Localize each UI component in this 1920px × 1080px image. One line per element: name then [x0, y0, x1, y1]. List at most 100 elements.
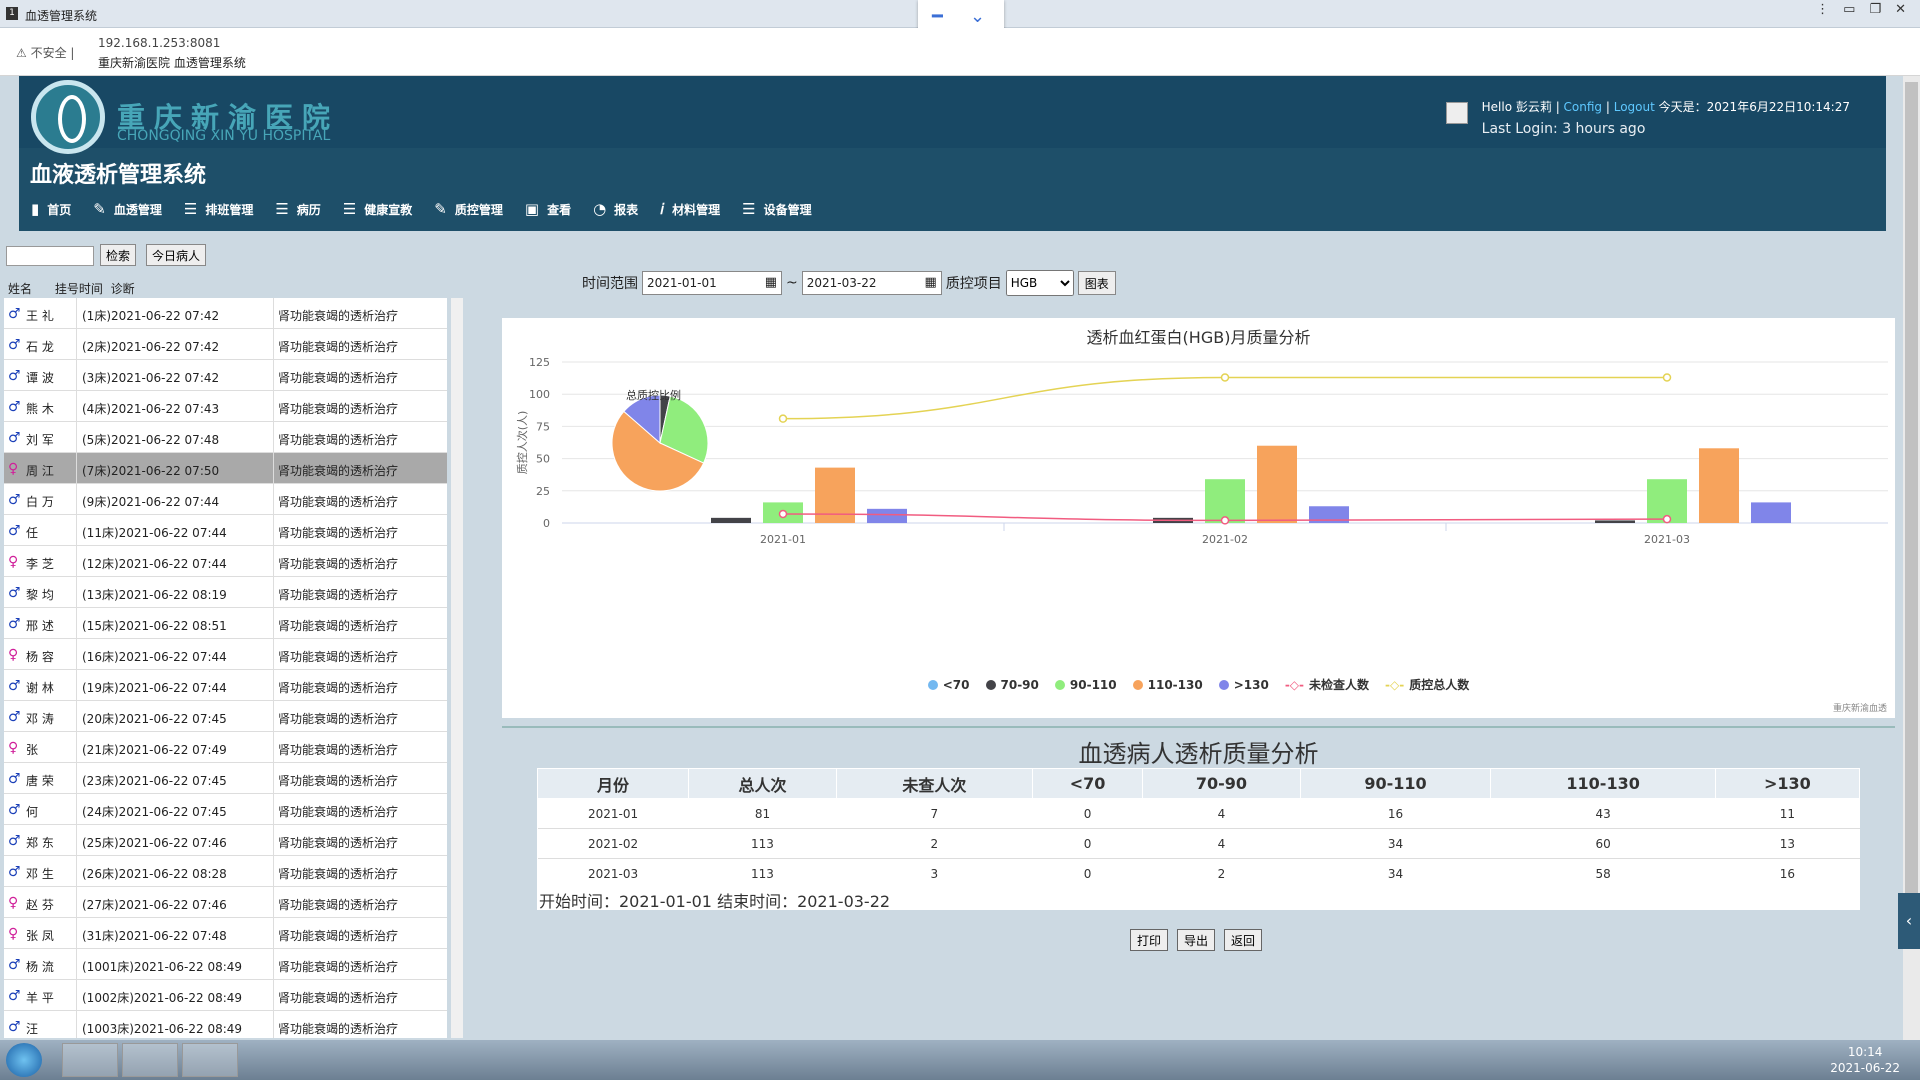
patient-row[interactable]: ♂ 白 万 (9床)2021-06-22 07:44 肾功能衰竭的透析治疗	[4, 484, 447, 515]
patient-row[interactable]: ♂ 唐 荣 (23床)2021-06-22 07:45 肾功能衰竭的透析治疗	[4, 763, 447, 794]
patient-row[interactable]: ♂ 熊 木 (4床)2021-06-22 07:43 肾功能衰竭的透析治疗	[4, 391, 447, 422]
legend-item[interactable]: <70	[927, 676, 970, 693]
table-row: 2021-02 113 2 0 4 34 60 13	[537, 828, 1860, 859]
legend-item[interactable]: -◇- 质控总人数	[1385, 676, 1469, 693]
patient-row[interactable]: ♂ 谭 波 (3床)2021-06-22 07:42 肾功能衰竭的透析治疗	[4, 360, 447, 391]
restore-icon[interactable]: ❐	[1869, 2, 1881, 17]
patient-row[interactable]: ♂ 何 (24床)2021-06-22 07:45 肾功能衰竭的透析治疗	[4, 794, 447, 825]
patient-row[interactable]: ♂ 石 龙 (2床)2021-06-22 07:42 肾功能衰竭的透析治疗	[4, 329, 447, 360]
patient-name: 谭 波	[26, 371, 54, 385]
patient-row[interactable]: ♂ 邓 涛 (20床)2021-06-22 07:45 肾功能衰竭的透析治疗	[4, 701, 447, 732]
patient-bed-time: (24床)2021-06-22 07:45	[82, 805, 227, 819]
patient-row[interactable]: ♀ 赵 芬 (27床)2021-06-22 07:46 肾功能衰竭的透析治疗	[4, 887, 447, 918]
patient-row[interactable]: ♂ 黎 均 (13床)2021-06-22 08:19 肾功能衰竭的透析治疗	[4, 577, 447, 608]
legend-label: 70-90	[1000, 677, 1039, 692]
logout-link[interactable]: Logout	[1614, 100, 1655, 114]
table-header-cell: 70-90	[1142, 768, 1301, 799]
search-input[interactable]	[6, 246, 94, 266]
print-button[interactable]: 打印	[1130, 929, 1169, 951]
patient-row[interactable]: ♀ 张 (21床)2021-06-22 07:49 肾功能衰竭的透析治疗	[4, 732, 447, 763]
system-title: 血液透析管理系统	[30, 163, 207, 188]
hospital-logo	[31, 80, 105, 154]
patient-row[interactable]: ♂ 郑 东 (25床)2021-06-22 07:46 肾功能衰竭的透析治疗	[4, 825, 447, 856]
close-icon[interactable]: ✕	[1895, 2, 1906, 17]
female-icon: ♀	[8, 740, 19, 756]
patient-row[interactable]: ♂ 谢 林 (19床)2021-06-22 07:44 肾功能衰竭的透析治疗	[4, 670, 447, 701]
security-warning[interactable]: ⚠ 不安全 |	[16, 44, 74, 61]
chart-button[interactable]: 图表	[1077, 271, 1116, 295]
patient-row[interactable]: ♀ 周 江 (7床)2021-06-22 07:50 肾功能衰竭的透析治疗	[4, 453, 447, 484]
patient-row[interactable]: ♂ 羊 平 (1002床)2021-06-22 08:49 肾功能衰竭的透析治疗	[4, 980, 447, 1011]
patient-row[interactable]: ♂ 汪 (1003床)2021-06-22 08:49 肾功能衰竭的透析治疗	[4, 1011, 447, 1038]
nav-home[interactable]: ▮ 首页	[31, 200, 71, 218]
url-text[interactable]: 192.168.1.253:8081	[98, 36, 220, 50]
nav-view[interactable]: ▣ 查看	[525, 200, 571, 218]
legend-label: 质控总人数	[1409, 678, 1470, 692]
list-icon: ☰	[342, 200, 357, 218]
watermark: 重庆新渝血透	[1832, 704, 1887, 714]
security-label: 不安全	[30, 46, 67, 60]
minimize-icon[interactable]: ▭	[1843, 2, 1855, 17]
legend-symbol	[1218, 679, 1229, 690]
taskbar-window-icon[interactable]	[182, 1043, 238, 1077]
back-button[interactable]: 返回	[1224, 929, 1263, 951]
section-divider	[502, 726, 1895, 728]
patient-row[interactable]: ♂ 王 礼 (1床)2021-06-22 07:42 肾功能衰竭的透析治疗	[4, 298, 447, 329]
minus-icon[interactable]: ━	[932, 6, 943, 27]
legend-item[interactable]: 90-110	[1054, 676, 1117, 693]
nav-schedule[interactable]: ☰ 排班管理	[184, 200, 253, 218]
male-icon: ♂	[8, 616, 21, 632]
male-icon: ♂	[8, 678, 21, 694]
today-patients-button[interactable]: 今日病人	[146, 244, 207, 266]
patient-row[interactable]: ♂ 刘 军 (5床)2021-06-22 07:48 肾功能衰竭的透析治疗	[4, 422, 447, 453]
config-link[interactable]: Config	[1564, 100, 1603, 114]
patient-row[interactable]: ♂ 任 (11床)2021-06-22 07:44 肾功能衰竭的透析治疗	[4, 515, 447, 546]
end-date-input[interactable]: 2021-03-22	[801, 271, 942, 295]
menu-icon[interactable]: ⋮	[1816, 2, 1829, 17]
patient-row[interactable]: ♀ 李 芝 (12床)2021-06-22 07:44 肾功能衰竭的透析治疗	[4, 546, 447, 577]
nav-equipment[interactable]: ☰ 设备管理	[742, 200, 811, 218]
chevron-down-icon[interactable]: ⌄	[970, 6, 985, 27]
patient-list-header: 姓名 挂号时间 诊断	[8, 280, 135, 297]
start-date-input[interactable]: 2021-01-01	[642, 271, 782, 295]
tab-number-icon: 1	[6, 7, 18, 20]
patient-row[interactable]: ♂ 杨 流 (1001床)2021-06-22 08:49 肾功能衰竭的透析治疗	[4, 949, 447, 980]
search-button[interactable]: 检索	[100, 244, 137, 266]
patient-row[interactable]: ♀ 杨 容 (16床)2021-06-22 07:44 肾功能衰竭的透析治疗	[4, 639, 447, 670]
start-button[interactable]	[6, 1043, 42, 1077]
taskbar-chrome-icon[interactable]	[122, 1043, 178, 1077]
patient-name: 邢 述	[26, 619, 54, 633]
nav-quality[interactable]: ✎ 质控管理	[434, 200, 503, 218]
patient-bed-time: (4床)2021-06-22 07:43	[82, 402, 220, 416]
patient-bed-time: (21床)2021-06-22 07:49	[82, 743, 227, 757]
patient-bed-time: (19床)2021-06-22 07:44	[82, 681, 227, 695]
nav-education[interactable]: ☰ 健康宣教	[343, 200, 412, 218]
patient-row[interactable]: ♀ 张 凤 (31床)2021-06-22 07:48 肾功能衰竭的透析治疗	[4, 918, 447, 949]
table-cell: 13	[1715, 828, 1860, 859]
list-icon: ☰	[275, 200, 289, 218]
legend-item[interactable]: 110-130	[1132, 676, 1203, 693]
address-bar[interactable]: ⚠ 不安全 | 192.168.1.253:8081 重庆新渝医院 血透管理系统	[0, 28, 1920, 76]
y-tick-label: 125	[529, 356, 550, 369]
male-icon: ♂	[8, 957, 21, 973]
collapse-panel-tab[interactable]: ‹	[1898, 893, 1920, 949]
nav-dialysis[interactable]: ✎ 血透管理	[93, 200, 162, 218]
taskbar-app-icon[interactable]	[62, 1043, 118, 1077]
legend-item[interactable]: -◇- 未检查人数	[1285, 676, 1369, 693]
nav-label: 质控管理	[454, 202, 503, 217]
nav-records[interactable]: ☰ 病历	[275, 200, 320, 218]
patient-row[interactable]: ♂ 邓 生 (26床)2021-06-22 08:28 肾功能衰竭的透析治疗	[4, 856, 447, 887]
legend-item[interactable]: 70-90	[985, 676, 1039, 693]
chart-svg: 0 25 50 75 100 125 质控人次(人) 2021-01 2021-02 2021-0…	[515, 356, 1888, 546]
legend-item[interactable]: >130	[1218, 676, 1269, 693]
patient-row[interactable]: ♂ 邢 述 (15床)2021-06-22 08:51 肾功能衰竭的透析治疗	[4, 608, 447, 639]
scroll-thumb[interactable]	[1905, 82, 1918, 926]
patient-list-scrollbar[interactable]	[451, 298, 463, 1038]
user-panel: Hello 彭云莉 | Config | Logout 今天是：2021年6月2…	[1445, 98, 1850, 137]
nav-reports[interactable]: ◔ 报表	[593, 200, 638, 218]
patient-name: 周 江	[26, 464, 54, 478]
table-cell: 2	[836, 828, 1033, 859]
export-button[interactable]: 导出	[1177, 929, 1216, 951]
item-select[interactable]: HGB	[1005, 270, 1074, 296]
nav-materials[interactable]: 𝑖 材料管理	[660, 200, 720, 218]
